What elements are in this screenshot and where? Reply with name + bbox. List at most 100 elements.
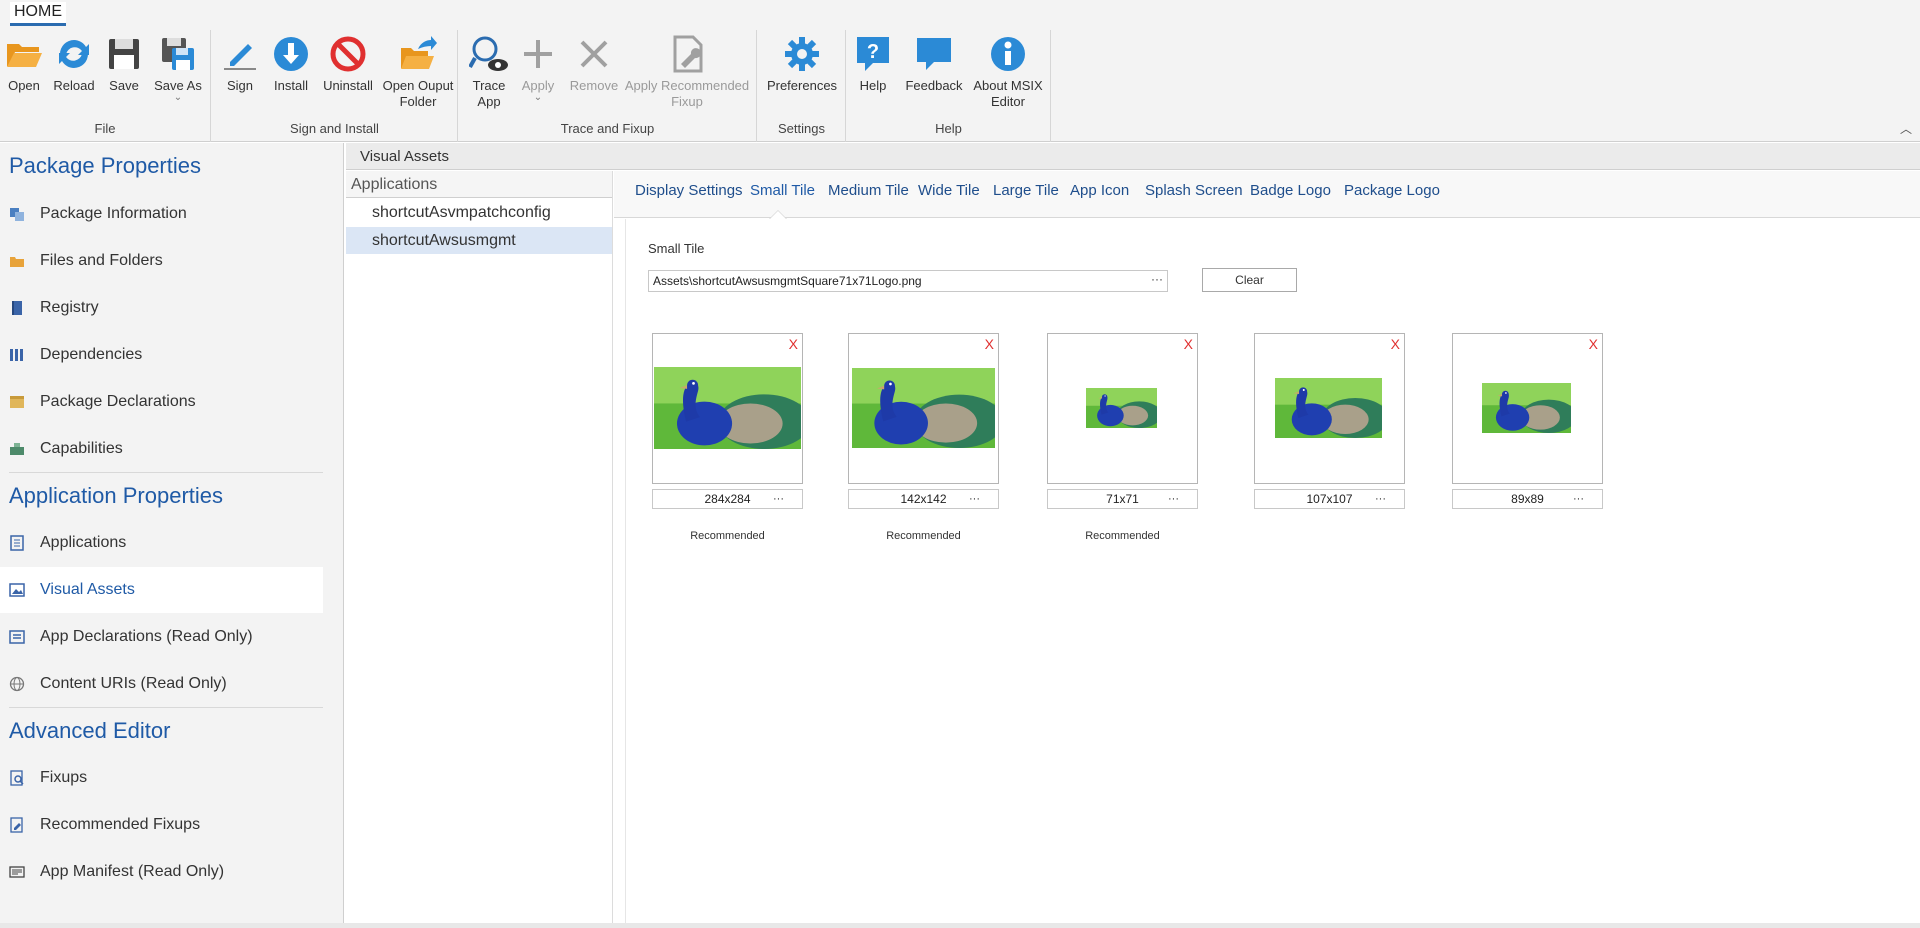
- asset-preview[interactable]: X: [1047, 333, 1198, 484]
- plus-icon: [524, 40, 552, 68]
- asset-card: X 107x107 ···: [1254, 333, 1405, 530]
- asset-browse-button[interactable]: ···: [1168, 490, 1179, 508]
- open-output-folder-button[interactable]: Open Ouput Folder: [378, 34, 458, 110]
- chevron-down-icon[interactable]: ⌄: [174, 93, 182, 103]
- sidebar-item-content-uris[interactable]: Content URIs (Read Only): [0, 661, 323, 707]
- sidebar-item-app-declarations[interactable]: App Declarations (Read Only): [0, 614, 323, 660]
- recommended-label: Recommended: [886, 530, 961, 542]
- svg-text:?: ?: [867, 41, 879, 63]
- apply-recommended-fixup-button[interactable]: Apply Recommended Fixup: [624, 34, 750, 110]
- asset-card: X 71x71 ··· Recommended: [1047, 333, 1198, 542]
- remove-asset-icon[interactable]: X: [1391, 336, 1400, 352]
- capabilities-icon: [9, 441, 25, 457]
- sidebar-item-capabilities[interactable]: Capabilities: [0, 426, 323, 472]
- asset-preview[interactable]: X: [1254, 333, 1405, 484]
- ribbon-group-help: ? Help Feedback About MSIX Editor Help: [847, 30, 1051, 142]
- save-button[interactable]: Save: [105, 34, 143, 94]
- sidebar-item-visual-assets[interactable]: Visual Assets: [0, 567, 323, 613]
- uninstall-button[interactable]: Uninstall: [318, 34, 378, 94]
- section-title-application-properties: Application Properties: [9, 483, 224, 508]
- peacock-image: [654, 367, 801, 449]
- save-as-button[interactable]: Save As ⌄: [151, 34, 205, 103]
- sidebar-item-recommended-fixups[interactable]: Recommended Fixups: [0, 802, 323, 848]
- asset-browse-button[interactable]: ···: [773, 490, 784, 508]
- status-strip: [0, 923, 1920, 928]
- sidebar-item-files-and-folders[interactable]: Files and Folders: [0, 238, 323, 284]
- asset-browse-button[interactable]: ···: [969, 490, 980, 508]
- sidebar-divider: [9, 707, 323, 708]
- asset-card: X 284x284 ··· Recommended: [652, 333, 803, 542]
- pen-sign-icon: [224, 44, 256, 70]
- tab-home[interactable]: HOME: [10, 2, 66, 26]
- remove-asset-icon[interactable]: X: [789, 336, 798, 352]
- chevron-down-icon[interactable]: ⌄: [534, 93, 542, 103]
- asset-browse-button[interactable]: ···: [1375, 490, 1386, 508]
- remove-asset-icon[interactable]: X: [1589, 336, 1598, 352]
- tab-package-logo[interactable]: Package Logo: [1344, 171, 1440, 218]
- collapse-ribbon-icon[interactable]: ︿: [1900, 120, 1912, 137]
- app-declarations-icon: [9, 629, 25, 645]
- open-button[interactable]: Open: [3, 34, 45, 94]
- active-tab-indicator: [769, 210, 787, 219]
- help-button[interactable]: ? Help: [853, 34, 893, 94]
- info-circle-icon: [991, 37, 1025, 71]
- sidebar-item-app-manifest[interactable]: App Manifest (Read Only): [0, 849, 323, 895]
- asset-size-field[interactable]: 89x89 ···: [1452, 489, 1603, 509]
- sidebar-item-dependencies[interactable]: Dependencies: [0, 332, 323, 378]
- tab-badge-logo[interactable]: Badge Logo: [1250, 171, 1331, 218]
- remove-button[interactable]: Remove: [569, 34, 619, 94]
- tab-small-tile[interactable]: Small Tile: [750, 171, 815, 219]
- browse-path-button[interactable]: ···: [1147, 271, 1167, 291]
- tab-medium-tile[interactable]: Medium Tile: [828, 171, 909, 218]
- tab-splash-screen[interactable]: Splash Screen: [1145, 171, 1243, 218]
- prohibited-icon: [330, 36, 366, 72]
- small-tile-content: Small Tile ··· Clear X 284x284··· Recomm…: [625, 219, 1920, 923]
- remove-asset-icon[interactable]: X: [1184, 336, 1193, 352]
- applications-icon: [9, 535, 25, 551]
- folder-export-icon: [401, 36, 437, 69]
- recommended-label: Recommended: [1085, 530, 1160, 542]
- reload-button[interactable]: Reload: [52, 34, 96, 94]
- apply-button[interactable]: Apply ⌄: [518, 34, 558, 103]
- ribbon: HOME Open Reload Save Save As ⌄ File Sig…: [0, 0, 1920, 142]
- asset-preview[interactable]: X: [848, 333, 999, 484]
- asset-preview[interactable]: X: [652, 333, 803, 484]
- peacock-image: [1482, 383, 1571, 433]
- sidebar-item-fixups[interactable]: Fixups: [0, 755, 323, 801]
- magnifier-eye-icon: [469, 36, 508, 71]
- asset-preview[interactable]: X: [1452, 333, 1603, 484]
- recommended-fixups-icon: [9, 817, 25, 833]
- tab-large-tile[interactable]: Large Tile: [993, 171, 1059, 218]
- manifest-icon: [9, 864, 25, 880]
- recommended-label: Recommended: [690, 530, 765, 542]
- tab-app-icon[interactable]: App Icon: [1070, 171, 1129, 218]
- trace-app-button[interactable]: Trace App: [468, 34, 510, 110]
- asset-size-field[interactable]: 284x284 ···: [652, 489, 803, 509]
- asset-card: X 89x89 ···: [1452, 333, 1603, 530]
- asset-size-field[interactable]: 142x142 ···: [848, 489, 999, 509]
- list-item-app-selected[interactable]: shortcutAwsusmgmt: [346, 227, 612, 254]
- x-remove-icon: [580, 40, 608, 68]
- sidebar-item-package-information[interactable]: Package Information: [0, 191, 323, 237]
- save-as-icon: [162, 38, 194, 70]
- help-bubble-icon: ?: [857, 37, 889, 71]
- feedback-button[interactable]: Feedback: [902, 34, 966, 94]
- tab-wide-tile[interactable]: Wide Tile: [918, 171, 980, 218]
- list-item-app[interactable]: shortcutAsvmpatchconfig: [346, 199, 612, 226]
- sidebar-item-package-declarations[interactable]: Package Declarations: [0, 379, 323, 425]
- remove-asset-icon[interactable]: X: [985, 336, 994, 352]
- asset-size-field[interactable]: 71x71 ···: [1047, 489, 1198, 509]
- asset-path-input[interactable]: [648, 270, 1168, 292]
- sign-button[interactable]: Sign: [220, 34, 260, 94]
- preferences-button[interactable]: Preferences: [764, 34, 840, 94]
- section-title-package-properties: Package Properties: [9, 153, 201, 178]
- asset-size-field[interactable]: 107x107 ···: [1254, 489, 1405, 509]
- sidebar-item-applications[interactable]: Applications: [0, 520, 323, 566]
- about-button[interactable]: About MSIX Editor: [968, 34, 1048, 110]
- install-button[interactable]: Install: [270, 34, 312, 94]
- asset-browse-button[interactable]: ···: [1573, 490, 1584, 508]
- peacock-image: [1086, 388, 1157, 428]
- tab-display-settings[interactable]: Display Settings: [635, 171, 743, 218]
- clear-button[interactable]: Clear: [1202, 268, 1297, 292]
- sidebar-item-registry[interactable]: Registry: [0, 285, 323, 331]
